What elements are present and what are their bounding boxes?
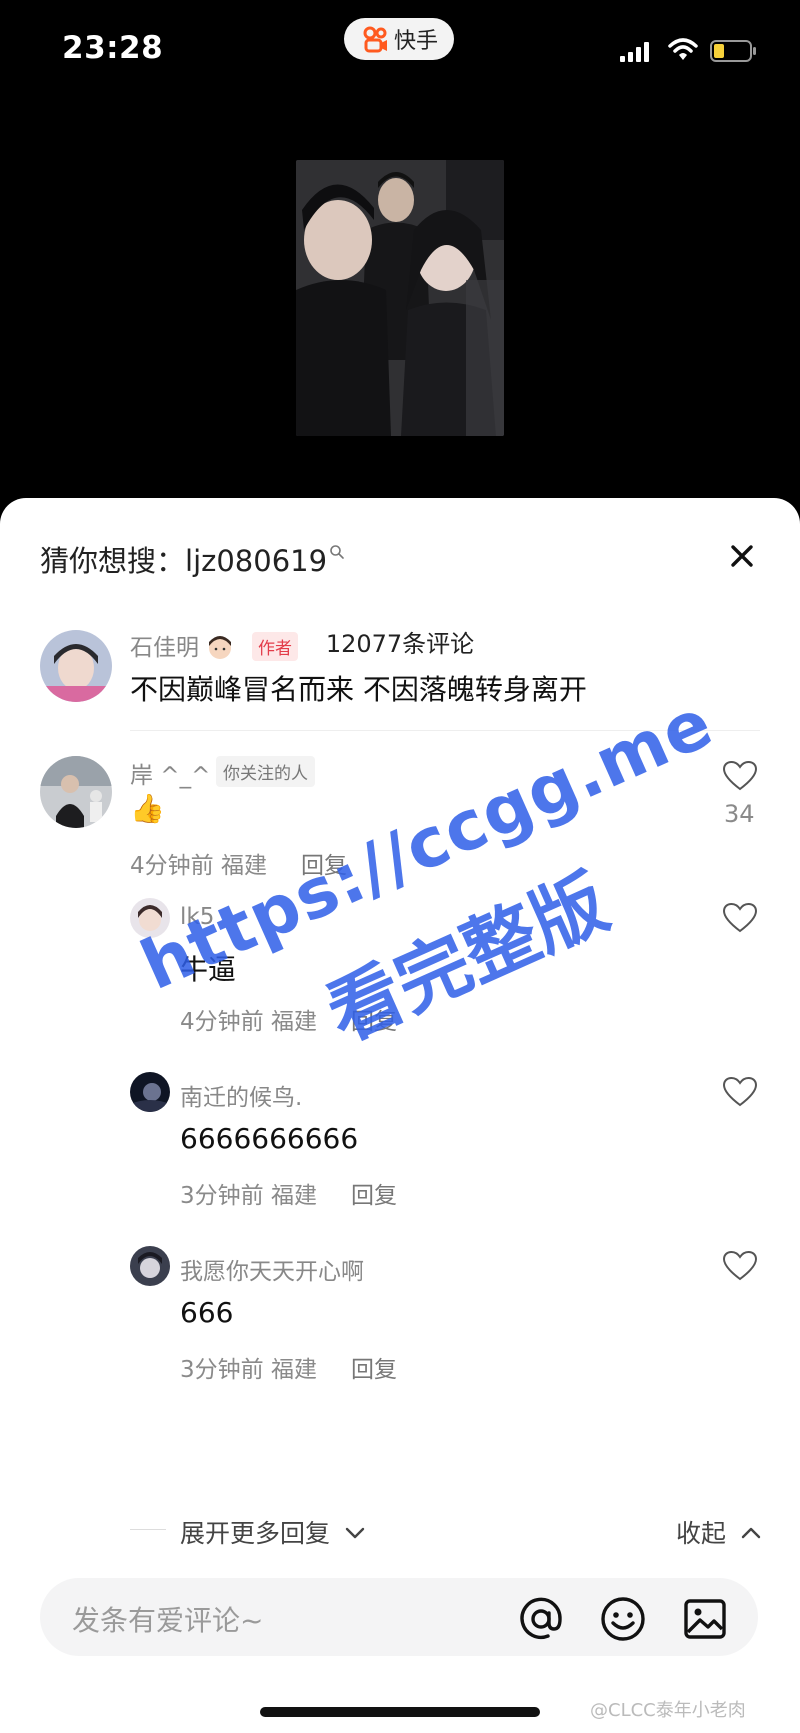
heart-icon[interactable]	[722, 902, 758, 934]
reply-time-location: 3分钟前 福建	[180, 1357, 317, 1383]
follow-badge: 你关注的人	[216, 756, 315, 787]
comment-panel: 猜你想搜：ljz080619 12077条评论 石佳明 作者 不因巅峰冒名而来 …	[0, 498, 800, 1733]
reply-meta: 4分钟前 福建 回复	[180, 1002, 397, 1036]
expand-divider	[130, 1529, 166, 1530]
comment-username[interactable]: 石佳明	[130, 628, 234, 662]
avatar-reply[interactable]	[130, 1246, 170, 1286]
chevron-down-icon	[345, 1527, 365, 1539]
avatar-reply[interactable]	[130, 1072, 170, 1112]
wifi-icon	[668, 38, 698, 60]
search-suggestion-keyword[interactable]: ljz080619	[185, 544, 327, 578]
avatar-reply[interactable]	[130, 898, 170, 938]
comment-text[interactable]: 👍	[130, 792, 165, 825]
author-badge: 作者	[252, 632, 298, 661]
kuaishou-logo-icon	[363, 26, 387, 53]
expand-more-replies-button[interactable]: 展开更多回复	[180, 1514, 366, 1550]
comment-input[interactable]: 发条有爱评论~	[72, 1599, 263, 1639]
reply-time-location: 4分钟前 福建	[180, 1009, 317, 1035]
avatar-commenter[interactable]	[40, 756, 112, 828]
author-name[interactable]: 石佳明	[130, 635, 199, 661]
reply-time-location: 3分钟前 福建	[180, 1183, 317, 1209]
reply-text[interactable]: 牛逼	[180, 948, 236, 988]
commenter-name[interactable]: 岸 ^_^	[130, 756, 210, 790]
reply-button[interactable]: 回复	[351, 1183, 397, 1209]
heart-icon[interactable]	[722, 760, 758, 792]
status-time: 23:28	[62, 30, 164, 66]
app-switch-pill[interactable]: 快手	[344, 18, 454, 60]
collapse-label: 收起	[676, 1519, 727, 1548]
reply-username[interactable]: 我愿你天天开心啊	[180, 1252, 364, 1286]
search-suggestion-prefix: 猜你想搜：	[40, 544, 186, 578]
reply-button[interactable]: 回复	[351, 1357, 397, 1383]
heart-icon[interactable]	[722, 1076, 758, 1108]
home-indicator[interactable]	[260, 1707, 540, 1717]
author-comment-text[interactable]: 不因巅峰冒名而来 不因落魄转身离开	[130, 668, 587, 708]
reply-username[interactable]: 南迁的候鸟.	[180, 1078, 302, 1112]
battery-icon	[710, 40, 756, 62]
chevron-up-icon	[741, 1527, 761, 1539]
divider	[130, 730, 760, 731]
reply-avatar-image	[130, 898, 170, 938]
reply-username[interactable]: lk5	[180, 904, 214, 930]
like-count: 34	[724, 800, 755, 828]
expand-label: 展开更多回复	[180, 1519, 331, 1548]
commenter-avatar-image	[40, 756, 112, 828]
heart-icon[interactable]	[722, 1250, 758, 1282]
reply-avatar-image	[130, 1072, 170, 1112]
comment-input-bar[interactable]: 发条有爱评论~	[40, 1578, 758, 1656]
comment-time-location: 4分钟前 福建	[130, 853, 267, 879]
credit-watermark: @CLCC泰年小老肉	[590, 1700, 746, 1721]
reply-text[interactable]: 6666666666	[180, 1122, 358, 1155]
reply-avatar-image	[130, 1246, 170, 1286]
close-icon[interactable]	[726, 540, 758, 572]
video-photo	[296, 160, 504, 436]
reply-button[interactable]: 回复	[351, 1009, 397, 1035]
video-thumbnail[interactable]	[296, 160, 504, 436]
comment-count: 12077条评论	[325, 630, 475, 658]
emoji-icon[interactable]	[600, 1596, 646, 1642]
app-name: 快手	[393, 29, 438, 54]
at-icon[interactable]	[518, 1596, 564, 1642]
search-icon	[330, 545, 344, 560]
reply-meta: 3分钟前 福建 回复	[180, 1176, 397, 1210]
author-avatar-image	[40, 630, 112, 702]
status-bar: 23:28 快手	[0, 0, 800, 100]
image-icon[interactable]	[682, 1596, 728, 1642]
reply-text[interactable]: 666	[180, 1296, 233, 1329]
comment-meta: 4分钟前 福建 回复	[130, 846, 347, 880]
avatar-author[interactable]	[40, 630, 112, 702]
reply-button[interactable]: 回复	[301, 853, 347, 879]
collapse-replies-button[interactable]: 收起	[676, 1514, 762, 1550]
reply-meta: 3分钟前 福建 回复	[180, 1350, 397, 1384]
boy-emoji-icon	[209, 636, 232, 659]
search-suggestion[interactable]: 猜你想搜：ljz080619	[40, 538, 345, 580]
signal-icon	[620, 42, 649, 62]
